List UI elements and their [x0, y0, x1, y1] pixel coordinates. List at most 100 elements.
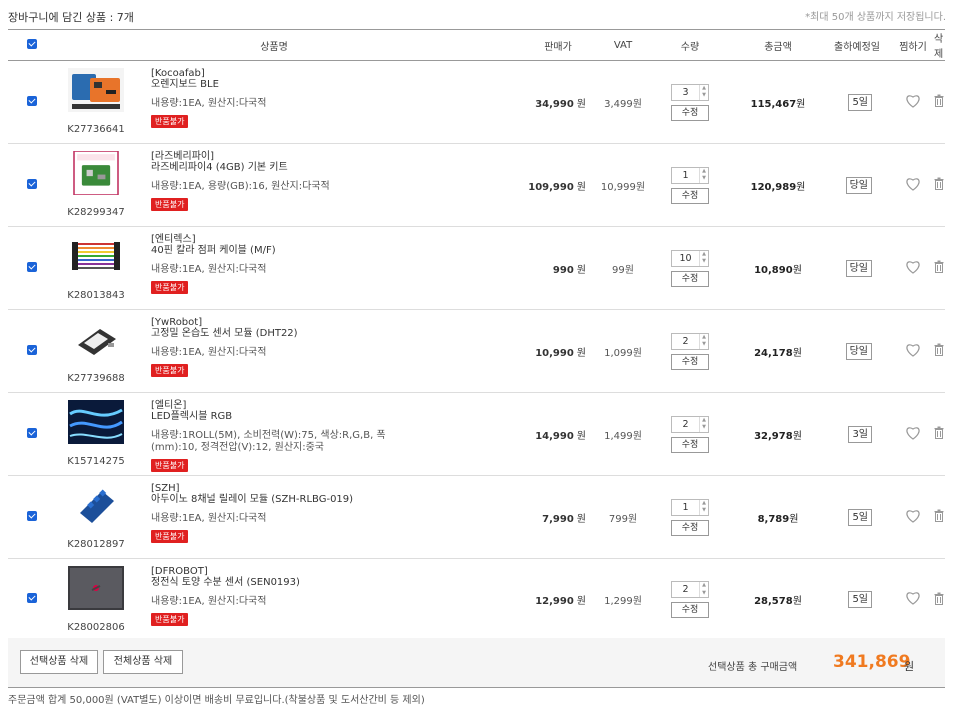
qty-up-icon[interactable]: ▲ — [700, 417, 708, 425]
no-return-badge: 반품불가 — [151, 115, 189, 128]
price-cell: 34,990 원 — [492, 61, 594, 144]
quantity-value[interactable]: 2 — [672, 417, 699, 432]
row-checkbox[interactable] — [27, 593, 37, 603]
qty-down-icon[interactable]: ▼ — [700, 258, 708, 266]
qty-cell: 2 ▲ ▼ 수정 — [652, 393, 728, 476]
qty-down-icon[interactable]: ▼ — [700, 590, 708, 598]
quantity-stepper[interactable]: 1 ▲ ▼ — [671, 498, 709, 516]
heart-icon[interactable] — [905, 426, 921, 443]
qty-update-button[interactable]: 수정 — [671, 602, 709, 618]
qty-update-button[interactable]: 수정 — [671, 270, 709, 287]
product-brand[interactable]: [엘티온] — [151, 400, 492, 411]
qty-update-button[interactable]: 수정 — [671, 187, 709, 204]
quantity-stepper[interactable]: 3 ▲ ▼ — [671, 83, 709, 101]
product-brand[interactable]: [YwRobot] — [151, 317, 492, 328]
product-name[interactable]: 아두이노 8채널 릴레이 모듈 (SZH-RLBG-019) — [151, 494, 492, 505]
qty-down-icon[interactable]: ▼ — [700, 175, 708, 183]
heart-icon[interactable] — [905, 343, 921, 360]
product-name[interactable]: 오렌지보드 BLE — [151, 79, 492, 90]
product-brand[interactable]: [Kocoafab] — [151, 68, 492, 79]
trash-icon[interactable] — [934, 343, 944, 359]
trash-icon[interactable] — [934, 592, 944, 608]
product-image[interactable] — [58, 151, 134, 195]
quantity-stepper[interactable]: 2 ▲ ▼ — [671, 332, 709, 350]
product-image[interactable] — [58, 234, 134, 278]
product-name[interactable]: 라즈베리파이4 (4GB) 기본 키트 — [151, 162, 492, 173]
col-ship: 출하예정일 — [834, 41, 880, 53]
qty-up-icon[interactable]: ▲ — [700, 334, 708, 342]
product-name[interactable]: 정전식 토양 수분 센서 (SEN0193) — [151, 577, 492, 588]
unit-price: 14,990 — [535, 430, 574, 442]
qty-down-icon[interactable]: ▼ — [700, 424, 708, 432]
qty-down-icon[interactable]: ▼ — [700, 341, 708, 349]
trash-icon[interactable] — [934, 509, 944, 525]
select-all-checkbox[interactable] — [27, 38, 37, 49]
qty-down-icon[interactable]: ▼ — [700, 507, 708, 515]
delete-selected-button[interactable]: 선택상품 삭제 — [20, 650, 98, 674]
quantity-value[interactable]: 1 — [672, 500, 699, 515]
quantity-stepper[interactable]: 2 ▲ ▼ — [671, 581, 709, 598]
heart-icon[interactable] — [905, 509, 921, 526]
vat-cell: 1,299원 — [594, 559, 652, 641]
product-brand[interactable]: [SZH] — [151, 483, 492, 494]
product-image[interactable] — [58, 400, 134, 444]
product-image[interactable] — [58, 483, 134, 527]
product-image[interactable] — [58, 68, 134, 112]
row-checkbox[interactable] — [27, 178, 37, 189]
heart-icon[interactable] — [905, 94, 921, 111]
row-select-cell[interactable] — [8, 227, 56, 310]
quantity-value[interactable]: 10 — [672, 251, 699, 266]
qty-up-icon[interactable]: ▲ — [700, 500, 708, 508]
product-image[interactable] — [58, 566, 134, 610]
select-all-cell[interactable] — [8, 30, 56, 61]
product-image[interactable] — [58, 317, 134, 361]
heart-icon[interactable] — [905, 591, 921, 608]
product-cell: K28002806 [DFROBOT] 정전식 토양 수분 센서 (SEN019… — [56, 559, 492, 641]
quantity-value[interactable]: 2 — [672, 582, 699, 597]
product-brand[interactable]: [라즈베리파이] — [151, 151, 492, 162]
row-checkbox[interactable] — [27, 344, 37, 355]
product-brand[interactable]: [엔티렉스] — [151, 234, 492, 245]
quantity-stepper[interactable]: 2 ▲ ▼ — [671, 415, 709, 433]
product-brand[interactable]: [DFROBOT] — [151, 566, 492, 577]
qty-up-icon[interactable]: ▲ — [700, 168, 708, 176]
quantity-value[interactable]: 1 — [672, 168, 699, 183]
row-checkbox[interactable] — [27, 261, 37, 272]
quantity-value[interactable]: 3 — [672, 85, 699, 100]
trash-icon[interactable] — [934, 426, 944, 442]
qty-update-button[interactable]: 수정 — [671, 353, 709, 370]
row-checkbox[interactable] — [27, 510, 37, 521]
total-cell: 10,890원 — [728, 227, 828, 310]
quantity-value[interactable]: 2 — [672, 334, 699, 349]
product-name[interactable]: LED플렉시블 RGB — [151, 411, 492, 422]
row-select-cell[interactable] — [8, 393, 56, 476]
row-checkbox[interactable] — [27, 427, 37, 438]
qty-update-button[interactable]: 수정 — [671, 436, 709, 453]
total-cell: 28,578원 — [728, 559, 828, 641]
trash-icon[interactable] — [934, 260, 944, 276]
trash-icon[interactable] — [934, 94, 944, 110]
currency-won: 원 — [796, 98, 806, 110]
row-select-cell[interactable] — [8, 559, 56, 641]
row-select-cell[interactable] — [8, 61, 56, 144]
product-name[interactable]: 고정밀 온습도 센서 모듈 (DHT22) — [151, 328, 492, 339]
row-select-cell[interactable] — [8, 144, 56, 227]
quantity-stepper[interactable]: 10 ▲ ▼ — [671, 249, 709, 267]
row-select-cell[interactable] — [8, 476, 56, 559]
qty-down-icon[interactable]: ▼ — [700, 92, 708, 100]
qty-update-button[interactable]: 수정 — [671, 104, 709, 121]
qty-up-icon[interactable]: ▲ — [700, 582, 708, 590]
row-checkbox[interactable] — [27, 95, 37, 106]
qty-up-icon[interactable]: ▲ — [700, 85, 708, 93]
qty-update-button[interactable]: 수정 — [671, 519, 709, 536]
heart-icon[interactable] — [905, 260, 921, 277]
qty-cell: 1 ▲ ▼ 수정 — [652, 476, 728, 559]
product-name[interactable]: 40핀 칼라 점퍼 케이블 (M/F) — [151, 245, 492, 256]
quantity-stepper[interactable]: 1 ▲ ▼ — [671, 166, 709, 184]
heart-icon[interactable] — [905, 177, 921, 194]
delete-all-button[interactable]: 전체상품 삭제 — [103, 650, 183, 674]
qty-up-icon[interactable]: ▲ — [700, 251, 708, 259]
row-select-cell[interactable] — [8, 310, 56, 393]
trash-icon[interactable] — [934, 177, 944, 193]
ship-date-badge: 5일 — [848, 508, 872, 526]
